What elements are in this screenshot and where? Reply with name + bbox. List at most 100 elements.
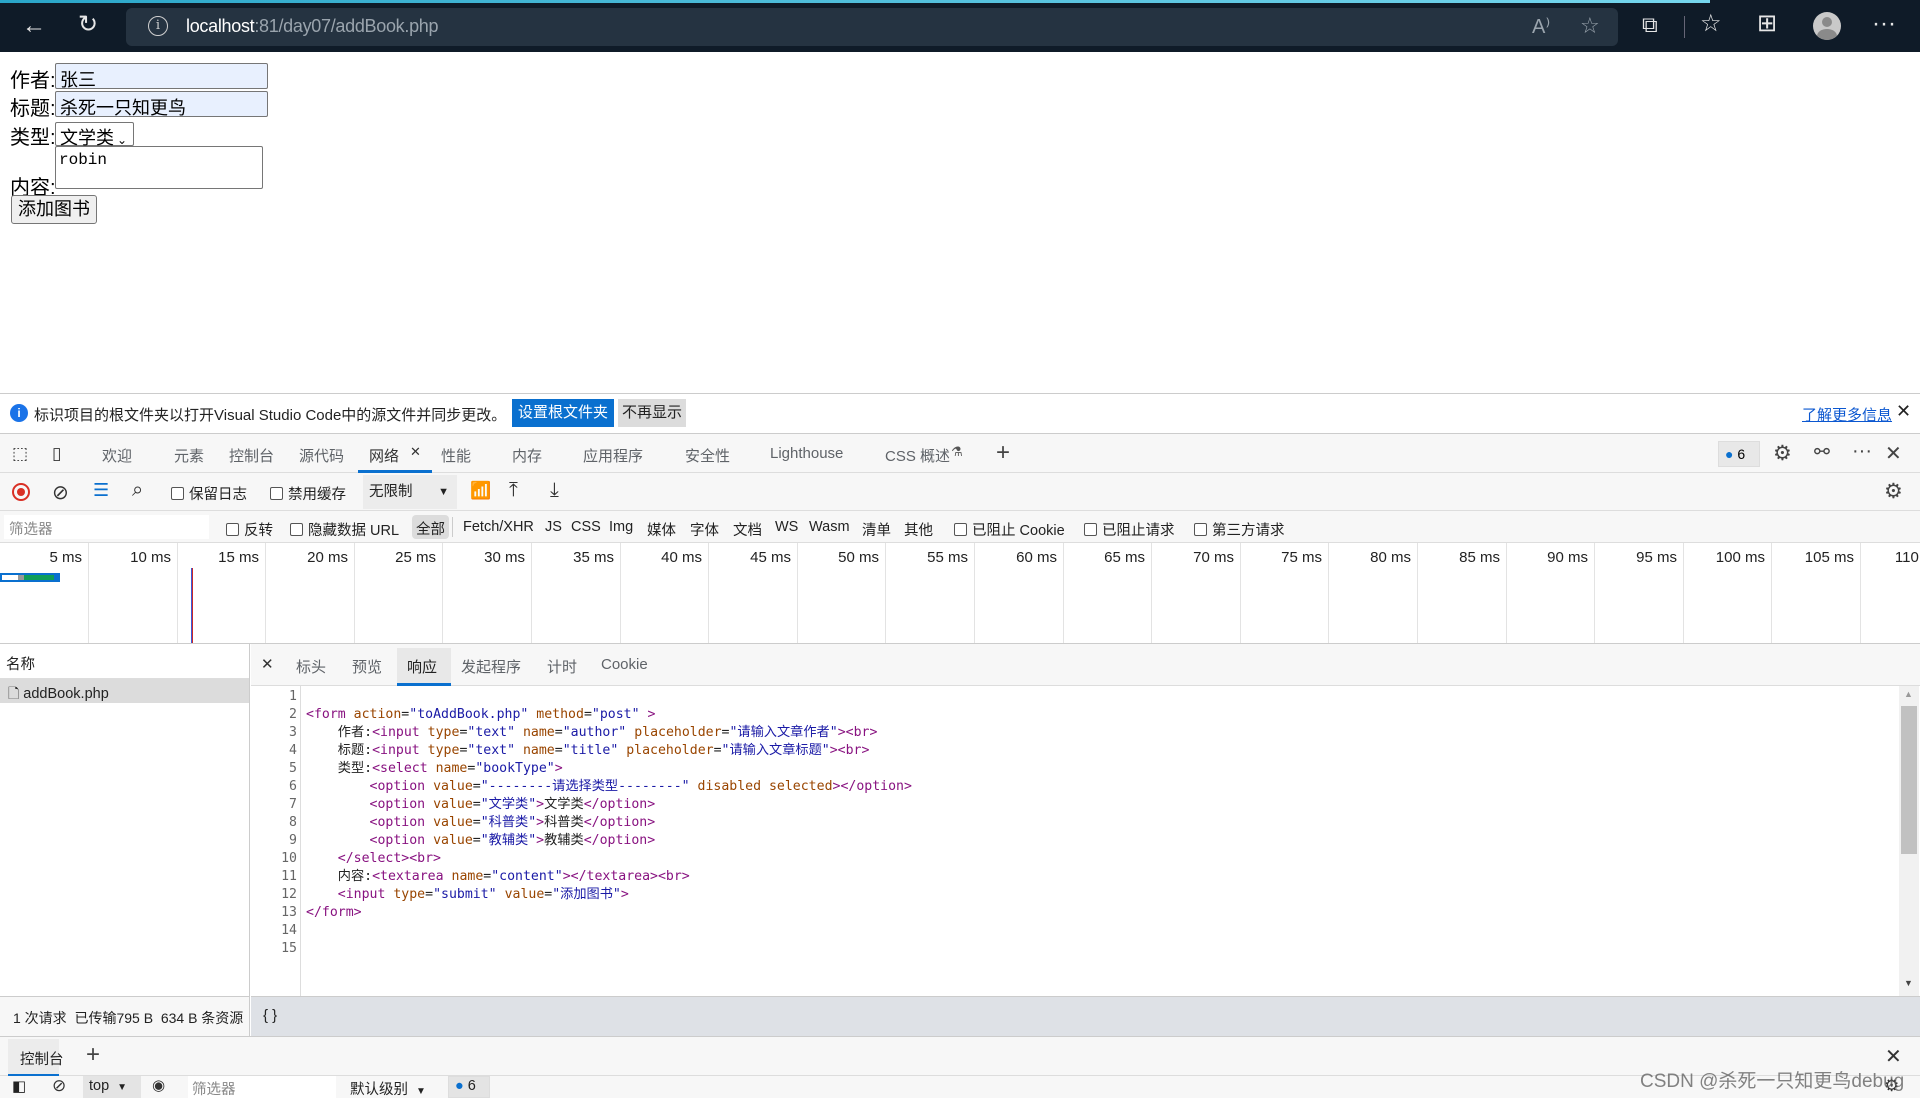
filter-type-doc[interactable]: 文档	[733, 519, 762, 540]
filter-input[interactable]: 筛选器	[4, 515, 209, 539]
pretty-print-button[interactable]: { }	[263, 1007, 277, 1024]
scroll-up-icon[interactable]: ▲	[1904, 689, 1913, 699]
sidebar-toggle-icon[interactable]: ◧	[12, 1077, 26, 1095]
title-input[interactable]: 杀死一只知更鸟	[55, 91, 268, 118]
tab-elements[interactable]: 元素	[174, 445, 204, 466]
tab-preview[interactable]: 预览	[352, 656, 382, 677]
tab-timing[interactable]: 计时	[547, 656, 577, 677]
device-toolbar-icon[interactable]: ▯	[52, 444, 61, 464]
tab-application[interactable]: 应用程序	[583, 445, 643, 466]
context-select[interactable]: top ▼	[83, 1076, 141, 1098]
filter-type-ws[interactable]: WS	[775, 519, 798, 535]
info-icon[interactable]: i	[148, 16, 168, 36]
line-number: 8	[289, 815, 297, 830]
console-filter-input[interactable]: 筛选器	[188, 1076, 336, 1098]
record-button[interactable]	[12, 483, 30, 501]
inspect-element-icon[interactable]: ⬚	[12, 444, 28, 464]
network-conditions-icon[interactable]: 📶	[470, 481, 491, 501]
tab-console[interactable]: 控制台	[229, 445, 274, 466]
invert-checkbox[interactable]: 反转	[226, 519, 273, 540]
timeline-tick-label: 15 ms	[218, 549, 259, 566]
more-icon[interactable]: ···	[1872, 12, 1896, 36]
blocked-cookies-checkbox[interactable]: 已阻止 Cookie	[954, 519, 1065, 540]
add-tab-icon[interactable]: +	[996, 439, 1010, 467]
scrollbar-thumb[interactable]	[1901, 706, 1917, 854]
add-favorite-icon[interactable]: ☆	[1580, 14, 1600, 38]
disable-cache-checkbox[interactable]: 禁用缓存	[270, 483, 346, 504]
filter-type-manifest[interactable]: 清单	[862, 519, 891, 540]
url-text[interactable]: localhost:81/day07/addBook.php	[186, 16, 439, 37]
tab-cookies[interactable]: Cookie	[601, 656, 648, 673]
third-party-checkbox[interactable]: 第三方请求	[1194, 519, 1285, 540]
live-expression-icon[interactable]: ◉	[152, 1076, 165, 1094]
read-aloud-icon[interactable]: A⁾	[1532, 15, 1550, 39]
scroll-down-icon[interactable]: ▼	[1904, 978, 1913, 988]
import-har-icon[interactable]: ⤒	[509, 479, 518, 502]
close-devtools-icon[interactable]: ✕	[1885, 441, 1902, 466]
network-settings-icon[interactable]: ⚙	[1884, 479, 1903, 504]
content-textarea[interactable]: robin	[55, 146, 263, 189]
request-row[interactable]: 🗋 addBook.php	[0, 679, 249, 703]
tab-css-overview[interactable]: CSS 概述	[885, 445, 950, 466]
timeline-gridline	[885, 543, 886, 643]
hide-data-urls-checkbox[interactable]: 隐藏数据 URL	[290, 519, 399, 540]
back-icon[interactable]: ←	[22, 14, 46, 38]
tab-network[interactable]: 网络	[369, 445, 399, 466]
filter-type-css[interactable]: CSS	[571, 519, 601, 535]
close-icon[interactable]: ✕	[1896, 401, 1911, 422]
blocked-requests-checkbox[interactable]: 已阻止请求	[1084, 519, 1175, 540]
filter-type-fetch-xhr[interactable]: Fetch/XHR	[463, 519, 534, 535]
tab-performance[interactable]: 性能	[441, 445, 471, 466]
filter-type-all[interactable]: 全部	[412, 515, 449, 539]
filter-type-wasm[interactable]: Wasm	[809, 519, 850, 535]
name-column-header[interactable]: 名称	[6, 653, 35, 674]
extensions-icon[interactable]: ⧉	[1642, 13, 1658, 37]
add-book-button[interactable]: 添加图书	[11, 195, 97, 224]
tab-initiator[interactable]: 发起程序	[461, 656, 521, 677]
refresh-icon[interactable]: ↻	[78, 13, 98, 37]
tab-memory[interactable]: 内存	[512, 445, 542, 466]
clear-icon[interactable]: ⊘	[52, 480, 69, 505]
export-har-icon[interactable]: ⤓	[550, 479, 559, 502]
filter-icon[interactable]: ☰	[93, 480, 109, 501]
settings-icon[interactable]: ⚙	[1773, 441, 1792, 466]
console-issues-counter[interactable]: ● 6	[448, 1076, 490, 1098]
filter-type-other[interactable]: 其他	[904, 519, 933, 540]
filter-type-js[interactable]: JS	[545, 519, 562, 535]
type-select[interactable]: 文学类 ⌄	[55, 122, 134, 148]
tab-welcome[interactable]: 欢迎	[102, 445, 132, 466]
scrollbar[interactable]: ▲ ▼	[1899, 686, 1919, 996]
line-number: 7	[289, 797, 297, 812]
log-level-select[interactable]: 默认级别 ▼	[350, 1078, 426, 1099]
search-icon[interactable]: ⌕	[132, 479, 143, 502]
issues-counter[interactable]: ● 6	[1718, 441, 1760, 467]
tab-lighthouse[interactable]: Lighthouse	[770, 445, 843, 462]
dont-show-again-button[interactable]: 不再显示	[618, 399, 687, 427]
close-detail-icon[interactable]: ✕	[261, 655, 274, 673]
line-number: 11	[281, 869, 297, 884]
type-label: 类型:	[10, 127, 56, 149]
clear-console-icon[interactable]: ⊘	[52, 1076, 66, 1096]
learn-more-link[interactable]: 了解更多信息	[1802, 404, 1892, 425]
filter-type-media[interactable]: 媒体	[647, 519, 676, 540]
tab-sources[interactable]: 源代码	[299, 445, 344, 466]
collections-icon[interactable]: ⊞	[1757, 12, 1777, 36]
tab-headers[interactable]: 标头	[296, 656, 326, 677]
tab-security[interactable]: 安全性	[685, 445, 730, 466]
set-root-folder-button[interactable]: 设置根文件夹	[512, 399, 615, 427]
close-tab-icon[interactable]: ✕	[410, 444, 421, 460]
address-bar[interactable]: i localhost:81/day07/addBook.php A⁾ ☆	[126, 8, 1618, 46]
favorites-icon[interactable]: ☆	[1700, 12, 1722, 36]
timeline-gridline	[1594, 543, 1595, 643]
tab-response[interactable]: 响应	[407, 656, 437, 677]
preserve-log-checkbox[interactable]: 保留日志	[171, 483, 247, 504]
throttle-select[interactable]: 无限制 ▼	[363, 475, 457, 509]
more-icon[interactable]: ···	[1852, 440, 1872, 463]
filter-type-font[interactable]: 字体	[690, 519, 719, 540]
author-input[interactable]: 张三	[55, 63, 268, 90]
profile-avatar[interactable]	[1813, 12, 1841, 40]
customize-icon[interactable]: ⚯	[1814, 441, 1830, 464]
drawer-tab-console[interactable]: 控制台	[20, 1048, 64, 1069]
filter-type-img[interactable]: Img	[609, 519, 633, 535]
add-drawer-tab-icon[interactable]: +	[86, 1041, 100, 1069]
